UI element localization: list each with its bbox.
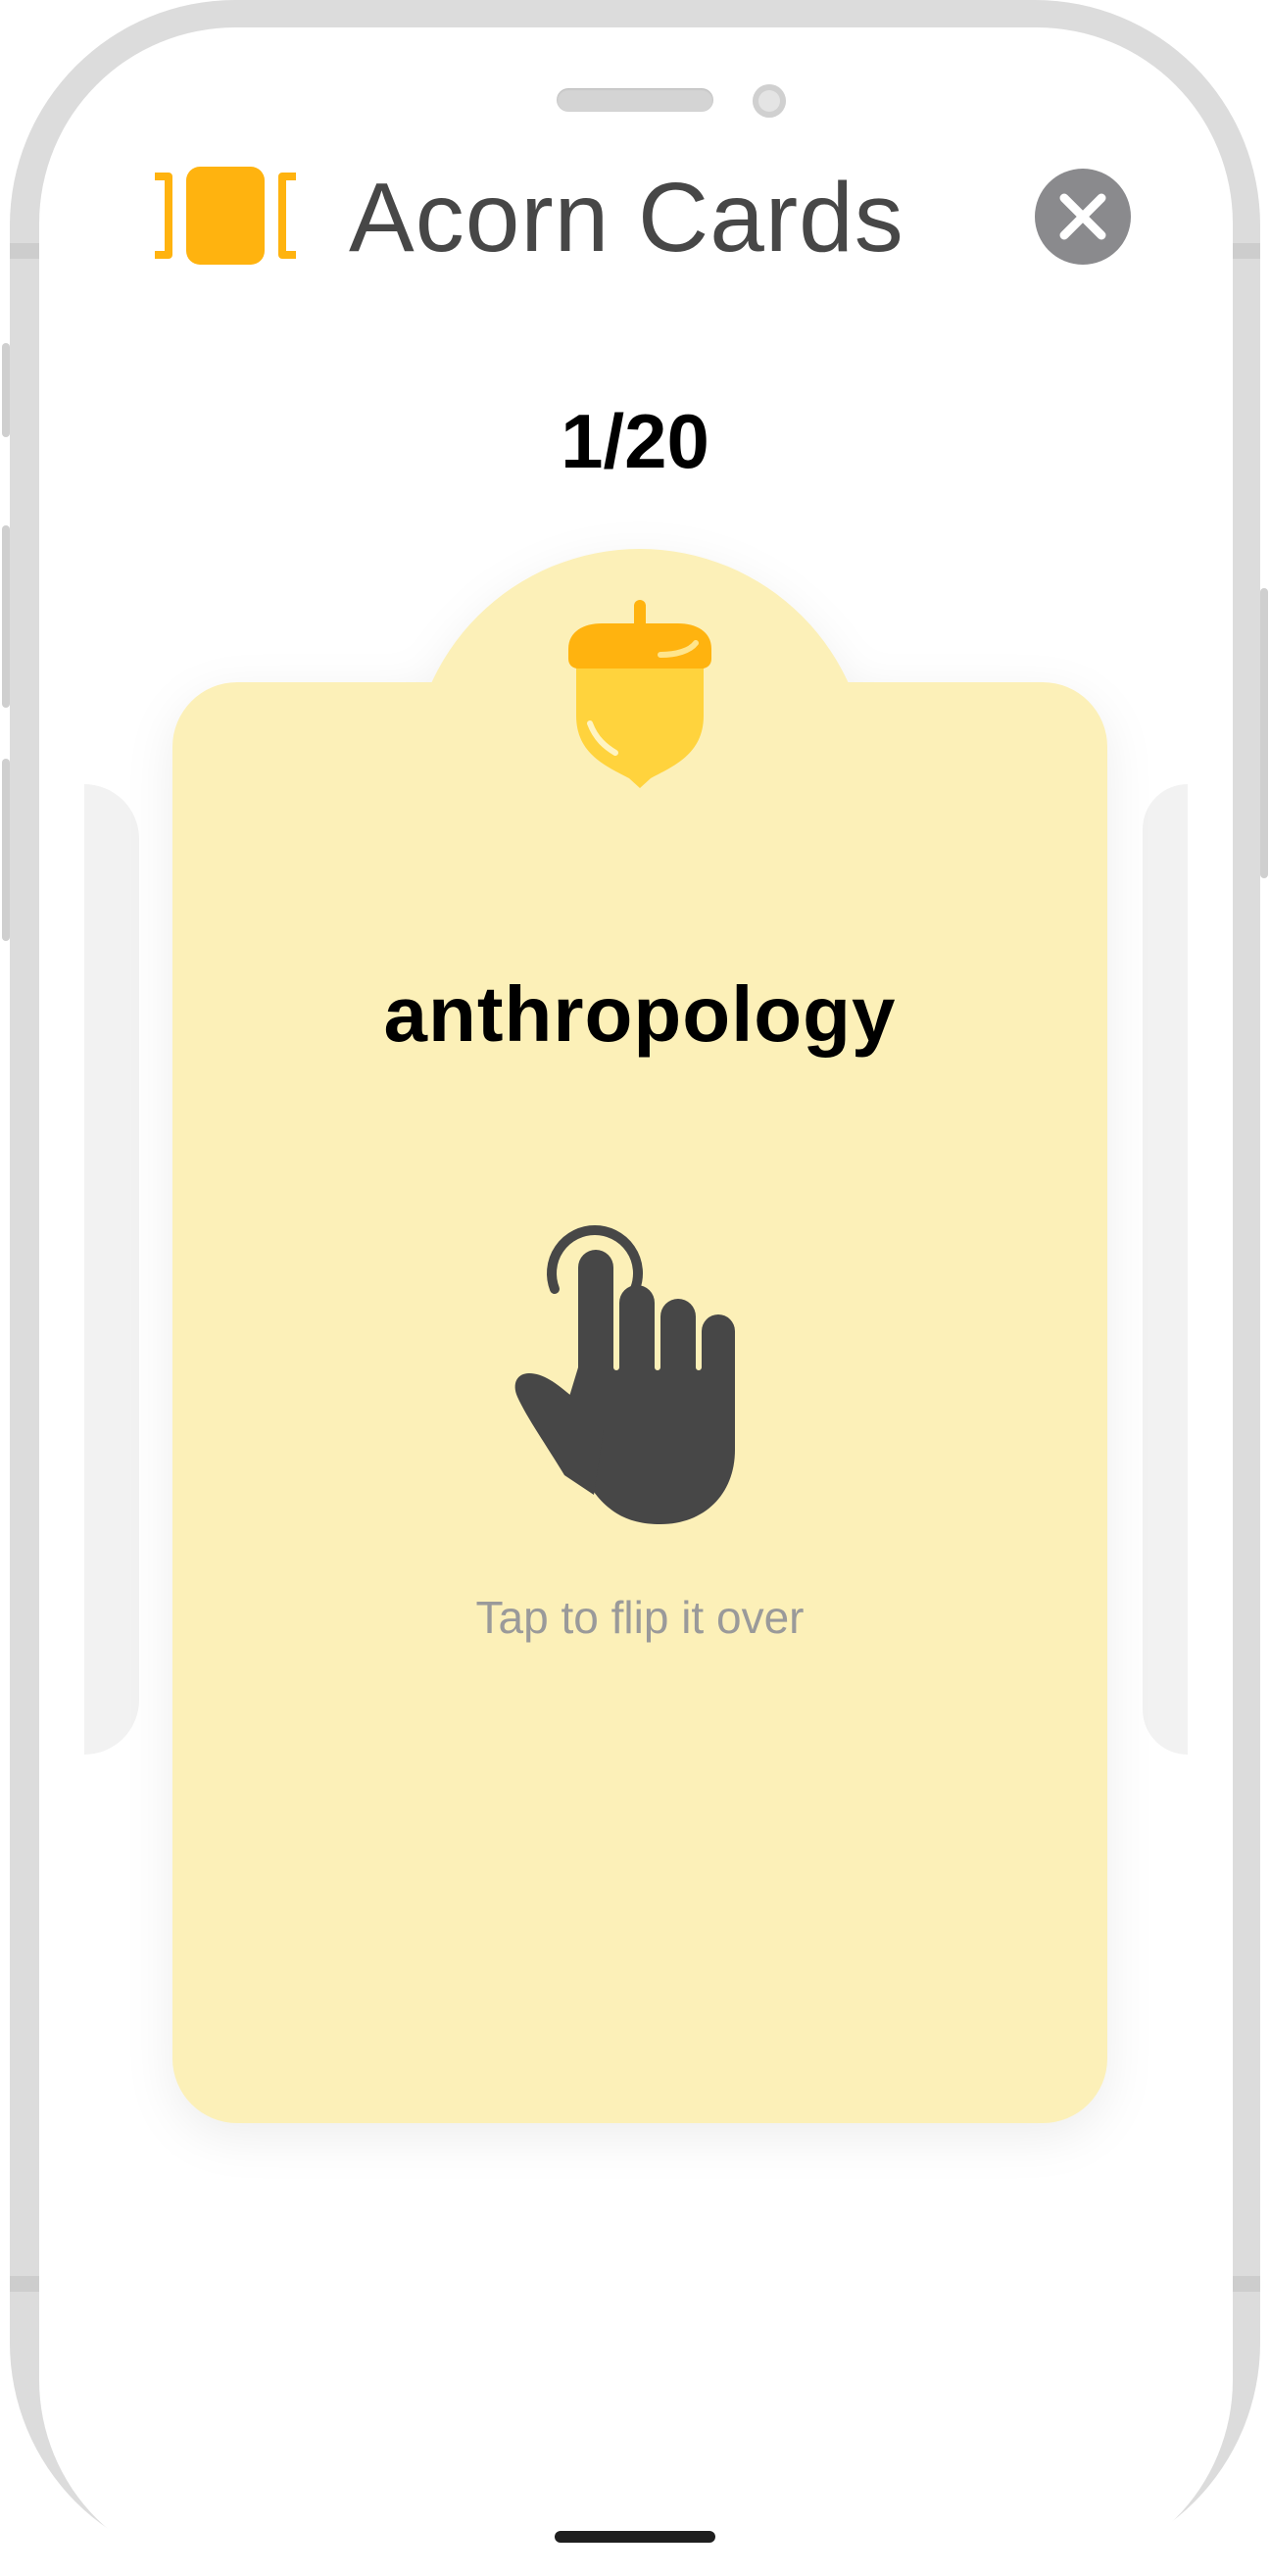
home-indicator[interactable] xyxy=(555,2531,715,2543)
antenna-band xyxy=(1231,2276,1260,2292)
device-side-button xyxy=(2,759,10,941)
card-progress-counter: 1/20 xyxy=(561,398,709,484)
acorn-icon xyxy=(557,600,723,796)
app-title: Acorn Cards xyxy=(349,163,904,272)
front-camera xyxy=(753,84,786,118)
device-side-button xyxy=(2,525,10,708)
close-button[interactable] xyxy=(1035,169,1131,265)
next-card-peek[interactable] xyxy=(1143,784,1188,1755)
card-term: anthropology xyxy=(383,970,897,1058)
flashcard[interactable]: anthropology Tap to flip it over xyxy=(172,549,1107,2123)
antenna-band xyxy=(10,243,39,259)
earpiece-speaker xyxy=(557,88,713,112)
previous-card-peek[interactable] xyxy=(84,784,139,1755)
tap-finger-icon xyxy=(500,1201,794,1534)
close-icon xyxy=(1059,193,1106,240)
flashcards-logo-icon xyxy=(149,167,302,265)
device-side-button xyxy=(1260,588,1268,878)
antenna-band xyxy=(10,2276,39,2292)
flip-hint: Tap to flip it over xyxy=(475,1592,805,1643)
antenna-band xyxy=(1231,243,1260,259)
